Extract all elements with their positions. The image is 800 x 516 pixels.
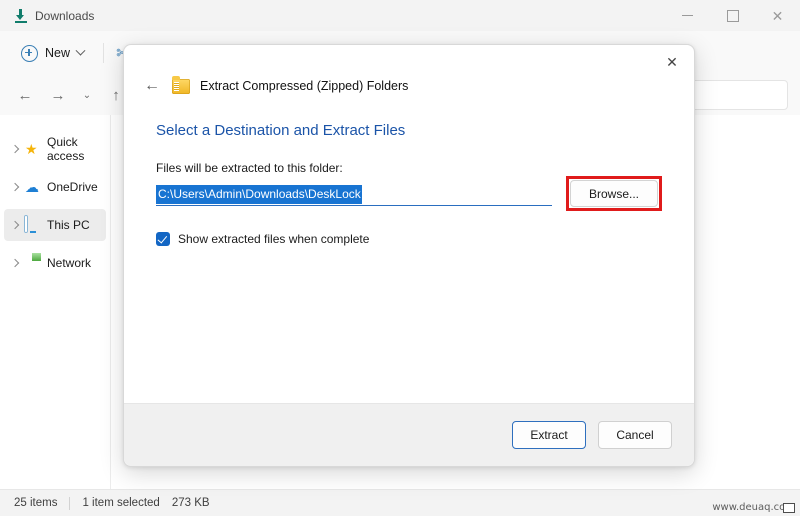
up-arrow-icon: ↑ (112, 86, 120, 104)
star-icon: ★ (25, 141, 38, 157)
selection-size-label: 273 KB (171, 497, 210, 509)
download-icon (14, 8, 28, 23)
close-icon: ✕ (666, 53, 678, 70)
dialog-heading: Select a Destination and Extract Files (156, 122, 406, 139)
selection-label: 1 item selected (82, 497, 160, 509)
dialog-title: Extract Compressed (Zipped) Folders (200, 79, 409, 93)
extract-zipped-folders-dialog: ✕ ← Extract Compressed (Zipped) Folders … (123, 44, 695, 467)
sidebar-item-label: Quick access (47, 135, 85, 163)
browse-button-annotation: Browse... (566, 176, 662, 211)
forward-button[interactable]: → (43, 80, 73, 110)
new-button-label: New (45, 46, 71, 60)
plus-circle-icon (21, 44, 38, 62)
chevron-right-icon[interactable] (10, 258, 20, 268)
back-button[interactable]: ← (10, 80, 40, 110)
sidebar-item-onedrive[interactable]: ☁ OneDrive (4, 171, 106, 203)
dialog-footer: Extract Cancel (124, 403, 694, 466)
recent-locations-button[interactable]: ⌄ (76, 80, 98, 110)
destination-path-value: C:\Users\Admin\Downloads\DeskLock (156, 185, 362, 204)
item-count-label: 25 items (14, 497, 58, 509)
chevron-down-icon (75, 45, 86, 56)
sidebar-item-label: OneDrive (47, 180, 98, 194)
tab-label: Downloads (35, 8, 95, 23)
close-icon: ✕ (771, 7, 784, 24)
dialog-header: ← Extract Compressed (Zipped) Folders (124, 45, 694, 95)
sidebar-item-quick-access[interactable]: ★ Quick access (4, 133, 106, 165)
chevron-right-icon[interactable] (10, 182, 20, 192)
close-button[interactable]: ✕ (755, 0, 800, 31)
new-button[interactable]: New (12, 40, 93, 67)
sidebar-item-label: Network (47, 256, 92, 270)
network-icon (25, 255, 41, 271)
monitor-icon (783, 502, 795, 513)
destination-path-input[interactable]: C:\Users\Admin\Downloads\DeskLock (156, 184, 552, 206)
sidebar-item-label: This PC (47, 218, 90, 232)
toolbar-divider (103, 43, 105, 63)
browse-button[interactable]: Browse... (570, 180, 658, 207)
browse-button-label: Browse... (588, 186, 639, 201)
status-divider (69, 496, 71, 510)
zip-folder-icon (172, 75, 190, 94)
sidebar-item-network[interactable]: Network (4, 247, 106, 279)
show-extracted-files-label: Show extracted files when complete (178, 232, 370, 246)
status-bar: 25 items 1 item selected 273 KB www.deua… (0, 489, 800, 516)
forward-arrow-icon: → (50, 86, 66, 104)
chevron-down-icon: ⌄ (82, 89, 92, 101)
cancel-button[interactable]: Cancel (598, 421, 672, 449)
maximize-icon (726, 9, 739, 22)
show-extracted-files-row[interactable]: Show extracted files when complete (156, 232, 694, 246)
back-arrow-icon: ← (17, 86, 33, 104)
back-arrow-icon[interactable]: ← (142, 77, 162, 95)
site-watermark: www.deuaq.com (712, 502, 795, 513)
extract-button-label: Extract (530, 428, 568, 442)
cancel-button-label: Cancel (616, 428, 654, 442)
destination-row: C:\Users\Admin\Downloads\DeskLock Browse… (156, 176, 662, 211)
minimize-button[interactable] (665, 0, 710, 31)
path-field-label: Files will be extracted to this folder: (156, 161, 343, 175)
chevron-right-icon[interactable] (10, 220, 20, 230)
sidebar-item-this-pc[interactable]: This PC (4, 209, 106, 241)
title-bar: Downloads ✕ (0, 0, 800, 31)
chevron-right-icon[interactable] (10, 144, 20, 154)
monitor-icon (25, 216, 41, 233)
explorer-tab-downloads[interactable]: Downloads (0, 0, 94, 31)
window-controls: ✕ (665, 0, 800, 31)
maximize-button[interactable] (710, 0, 755, 31)
show-extracted-files-checkbox[interactable] (156, 232, 170, 246)
minimize-icon (682, 15, 693, 16)
cloud-icon: ☁ (25, 179, 39, 195)
extract-button[interactable]: Extract (512, 421, 586, 449)
dialog-content: ✕ ← Extract Compressed (Zipped) Folders … (124, 45, 694, 403)
dialog-close-button[interactable]: ✕ (650, 45, 694, 79)
navigation-sidebar: ★ Quick access ☁ OneDrive This PC Networ… (0, 115, 111, 489)
